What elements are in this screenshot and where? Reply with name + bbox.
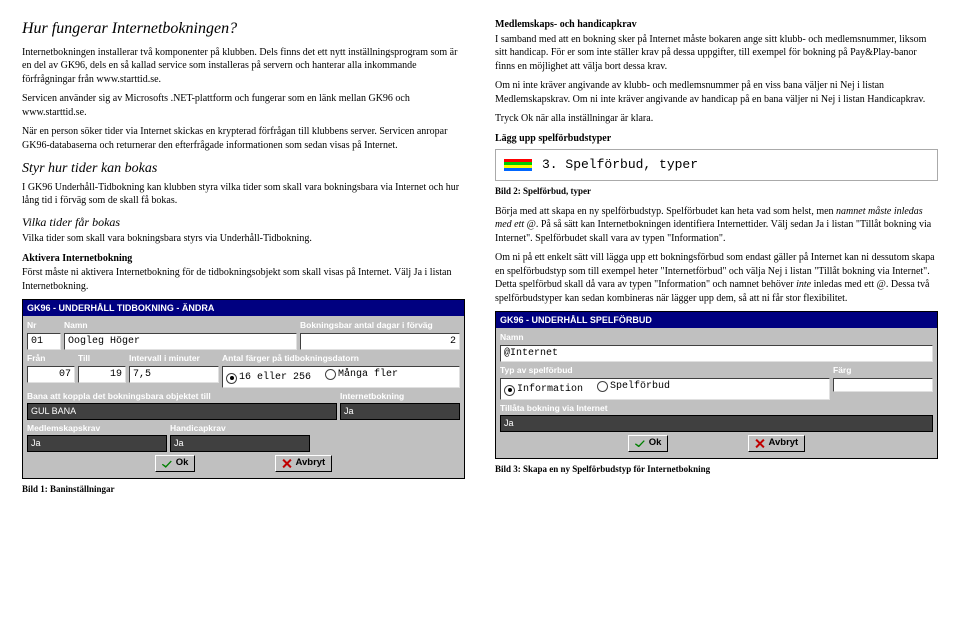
caption-bild1: Bild 1: Baninställningar bbox=[22, 483, 465, 495]
label-namn: Namn bbox=[500, 332, 933, 343]
para: Tryck Ok när alla inställningar är klara… bbox=[495, 112, 938, 126]
heading-sub: Styr hur tider kan bokas bbox=[22, 160, 465, 179]
button-label: Avbryt bbox=[768, 437, 798, 450]
input-till[interactable]: 19 bbox=[78, 366, 126, 384]
label-tillat: Tillåta bokning via Internet bbox=[500, 403, 933, 414]
check-icon bbox=[635, 439, 645, 447]
button-label: Avbryt bbox=[295, 457, 325, 470]
para: Börja med att skapa en ny spelförbudstyp… bbox=[495, 205, 938, 246]
radio-label: Spelförbud bbox=[610, 380, 670, 394]
spelforbud-typer-box: 3. Spelförbud, typer bbox=[495, 149, 938, 181]
radio-16[interactable]: 16 eller 256 bbox=[226, 371, 311, 385]
radio-dot-icon bbox=[504, 385, 515, 396]
radio-information[interactable]: Information bbox=[504, 383, 583, 397]
radio-dot-icon bbox=[597, 381, 608, 392]
label-namn: Namn bbox=[64, 320, 297, 331]
radio-group-typ: Information Spelförbud bbox=[500, 378, 830, 400]
select-bana[interactable]: GUL BANA bbox=[27, 403, 337, 420]
caption-bild2: Bild 2: Spelförbud, typer bbox=[495, 185, 938, 197]
avbryt-button[interactable]: Avbryt bbox=[275, 455, 332, 472]
avbryt-button[interactable]: Avbryt bbox=[748, 435, 805, 452]
label-medlemskap: Medlemskapskrav bbox=[27, 423, 167, 434]
radio-dot-icon bbox=[226, 373, 237, 384]
para: I GK96 Underhåll-Tidbokning kan klubben … bbox=[22, 181, 465, 208]
titlebar: GK96 - UNDERHÅLL TIDBOKNING - ÄNDRA bbox=[23, 300, 464, 316]
button-label: Ok bbox=[649, 437, 662, 450]
label-farger: Antal färger på tidbokningsdatorn bbox=[222, 353, 460, 364]
select-internetbokning[interactable]: Ja bbox=[340, 403, 460, 420]
para: Servicen använder sig av Microsofts .NET… bbox=[22, 92, 465, 119]
radio-dot-icon bbox=[325, 369, 336, 380]
dialog-spelforbud: GK96 - UNDERHÅLL SPELFÖRBUD Namn @Intern… bbox=[495, 311, 938, 459]
radio-spelforbud[interactable]: Spelförbud bbox=[597, 380, 670, 394]
label-farg: Färg bbox=[833, 365, 933, 376]
input-nr[interactable]: 01 bbox=[27, 333, 61, 351]
para: Internetbokningen installerar två kompon… bbox=[22, 46, 465, 87]
radio-label: Information bbox=[517, 383, 583, 397]
para: Vilka tider som skall vara bokningsbara … bbox=[22, 232, 465, 246]
para: När en person söker tider via Internet s… bbox=[22, 125, 465, 152]
spelforbud-text: 3. Spelförbud, typer bbox=[542, 156, 698, 174]
subheading-bold: Lägg upp spelförbudstyper bbox=[495, 132, 938, 146]
label-dagar: Bokningsbar antal dagar i förväg bbox=[300, 320, 460, 331]
label-typ: Typ av spelförbud bbox=[500, 365, 830, 376]
radio-label: 16 eller 256 bbox=[239, 371, 311, 385]
label-internetbokning: Internetbokning bbox=[340, 391, 460, 402]
color-swatch[interactable] bbox=[833, 378, 933, 392]
para: Om ni inte kräver angivande av klubb- oc… bbox=[495, 79, 938, 106]
close-icon bbox=[755, 439, 764, 448]
dialog-tidbokning: GK96 - UNDERHÅLL TIDBOKNING - ÄNDRA Nr 0… bbox=[22, 299, 465, 479]
ok-button[interactable]: Ok bbox=[155, 455, 196, 472]
radio-group-farger: 16 eller 256 Många fler bbox=[222, 366, 460, 388]
para: Om ni på ett enkelt sätt vill lägga upp … bbox=[495, 251, 938, 305]
select-tillat[interactable]: Ja bbox=[500, 415, 933, 432]
check-icon bbox=[162, 460, 172, 468]
input-intervall[interactable]: 7,5 bbox=[129, 366, 219, 384]
input-dagar[interactable]: 2 bbox=[300, 333, 460, 351]
label-fran: Från bbox=[27, 353, 75, 364]
label-intervall: Intervall i minuter bbox=[129, 353, 219, 364]
ok-button[interactable]: Ok bbox=[628, 435, 669, 452]
heading-sub2: Vilka tider får bokas bbox=[22, 214, 465, 230]
close-icon bbox=[282, 459, 291, 468]
input-fran[interactable]: 07 bbox=[27, 366, 75, 384]
radio-manga[interactable]: Många fler bbox=[325, 368, 398, 382]
titlebar: GK96 - UNDERHÅLL SPELFÖRBUD bbox=[496, 312, 937, 328]
button-label: Ok bbox=[176, 457, 189, 470]
label-bana: Bana att koppla det bokningsbara objekte… bbox=[27, 391, 337, 402]
para: Först måste ni aktivera Internetbokning … bbox=[22, 266, 465, 293]
label-till: Till bbox=[78, 353, 126, 364]
input-namn[interactable]: Oogleg Höger bbox=[64, 333, 297, 351]
input-namn[interactable]: @Internet bbox=[500, 345, 933, 363]
heading-main: Hur fungerar Internetbokningen? bbox=[22, 18, 465, 40]
label-nr: Nr bbox=[27, 320, 61, 331]
select-handicap[interactable]: Ja bbox=[170, 435, 310, 452]
select-medlemskap[interactable]: Ja bbox=[27, 435, 167, 452]
subheading-bold: Medlemskaps- och handicapkrav bbox=[495, 18, 938, 32]
color-stripes-icon bbox=[504, 159, 532, 171]
caption-bild3: Bild 3: Skapa en ny Spelförbudstyp för I… bbox=[495, 463, 938, 475]
label-handicap: Handicapkrav bbox=[170, 423, 310, 434]
radio-label: Många fler bbox=[338, 368, 398, 382]
subheading-bold: Aktivera Internetbokning bbox=[22, 252, 465, 266]
para: I samband med att en bokning sker på Int… bbox=[495, 33, 938, 74]
